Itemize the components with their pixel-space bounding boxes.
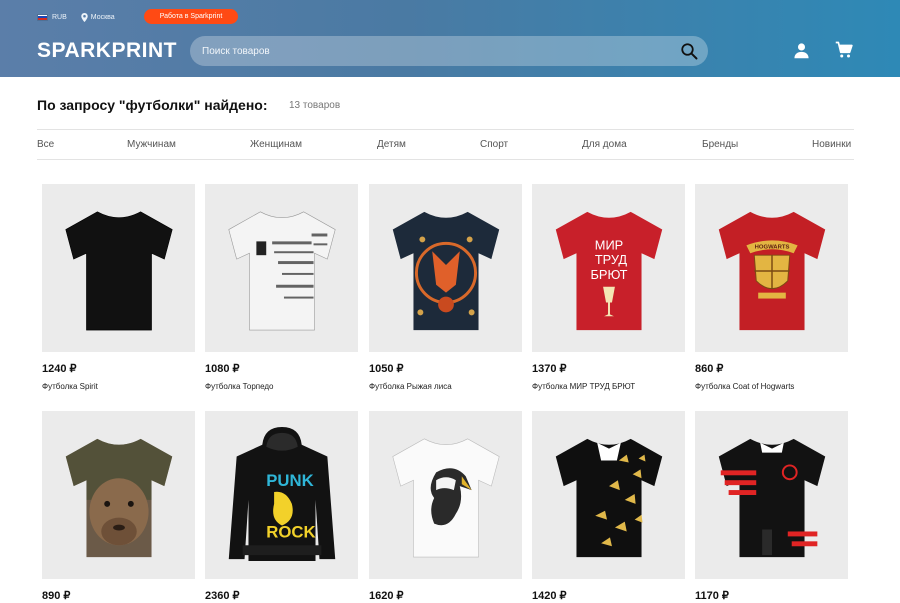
product-card[interactable]: 1170 ₽ [695,411,848,603]
product-image[interactable]: HOGWARTS [695,184,848,352]
category-nav: Все Мужчинам Женщинам Детям Спорт Для до… [37,129,854,160]
product-name[interactable]: Футболка Рыжая лиса [369,382,522,391]
tshirt-icon [391,438,500,558]
category-new[interactable]: Новинки [812,139,851,150]
product-price: 1080 ₽ [205,363,240,375]
product-name[interactable]: Футболка Coat of Hogwarts [695,382,848,391]
results-title: По запросу "футболки" найдено: [37,97,268,113]
search-icon[interactable] [680,42,698,60]
product-price: 890 ₽ [42,590,71,602]
category-all[interactable]: Все [37,139,54,150]
product-card[interactable]: 890 ₽ [42,411,195,603]
search-input[interactable] [202,36,672,66]
product-image[interactable] [532,411,685,579]
category-men[interactable]: Мужчинам [127,139,176,150]
product-name[interactable]: Футболка Торпедо [205,382,358,391]
product-card[interactable]: МИР ТРУД БРЮТ 1370 ₽ Футболка МИР ТРУД Б… [532,184,685,391]
category-women[interactable]: Женщинам [250,139,302,150]
hoodie-icon: PUNK ROCK [228,426,335,562]
site-header: RUB Москва Работа в Sparkprint SPARKPRIN… [0,0,900,77]
work-at-sparkprint-button[interactable]: Работа в Sparkprint [144,9,238,24]
product-card[interactable]: 1240 ₽ Футболка Spirit [42,184,195,391]
category-brands[interactable]: Бренды [702,139,738,150]
cart-icon[interactable] [835,41,853,59]
tshirt-icon [64,211,173,331]
svg-text:PUNK: PUNK [266,471,313,490]
search-bar [190,36,708,66]
tshirt-icon [392,211,499,331]
product-image[interactable] [42,184,195,352]
product-price: 1370 ₽ [532,363,567,375]
tshirt-icon: МИР ТРУД БРЮТ [555,211,662,331]
top-bar: RUB Москва [37,10,129,24]
product-price: 1620 ₽ [369,590,404,602]
product-image[interactable]: МИР ТРУД БРЮТ [532,184,685,352]
product-price: 1420 ₽ [532,590,567,602]
product-price: 2360 ₽ [205,590,240,602]
product-price: 1240 ₽ [42,363,77,375]
city-selector[interactable]: Москва [81,12,115,22]
product-name[interactable]: Футболка Spirit [42,382,195,391]
currency-selector[interactable]: RUB [37,13,67,21]
tshirt-icon [555,438,662,558]
tshirt-icon: HOGWARTS [718,211,825,331]
product-price: 1050 ₽ [369,363,404,375]
russia-flag-icon [37,13,48,21]
product-card[interactable]: HOGWARTS 860 ₽ Футболка Coat of Hogwarts [695,184,848,391]
product-image[interactable] [42,411,195,579]
category-home[interactable]: Для дома [582,139,627,150]
product-image[interactable] [369,411,522,579]
svg-text:ТРУД: ТРУД [594,252,627,267]
svg-text:ROCK: ROCK [266,522,315,541]
tshirt-icon [227,211,336,331]
category-sport[interactable]: Спорт [480,139,508,150]
svg-text:HOGWARTS: HOGWARTS [754,244,789,250]
product-card[interactable]: 1080 ₽ Футболка Торпедо [205,184,358,391]
tshirt-icon [718,438,825,558]
product-card[interactable]: PUNK ROCK 2360 ₽ [205,411,358,603]
results-count: 13 товаров [289,100,341,111]
category-kids[interactable]: Детям [377,139,406,150]
product-name[interactable]: Футболка МИР ТРУД БРЮТ [532,382,685,391]
city-label: Москва [90,13,115,21]
product-card[interactable]: 1050 ₽ Футболка Рыжая лиса [369,184,522,391]
svg-text:МИР: МИР [594,237,622,252]
currency-label: RUB [52,13,67,21]
product-price: 860 ₽ [695,363,724,375]
product-card[interactable]: 1620 ₽ [369,411,522,603]
pin-icon [81,12,88,22]
user-icon[interactable] [793,42,810,59]
product-price: 1170 ₽ [695,590,729,602]
product-image[interactable] [695,411,848,579]
product-image[interactable] [369,184,522,352]
tshirt-icon [65,438,172,558]
product-card[interactable]: 1420 ₽ [532,411,685,603]
product-image[interactable] [205,184,358,352]
svg-text:БРЮТ: БРЮТ [590,267,627,282]
logo[interactable]: SPARKPRINT [37,39,177,63]
product-image[interactable]: PUNK ROCK [205,411,358,579]
